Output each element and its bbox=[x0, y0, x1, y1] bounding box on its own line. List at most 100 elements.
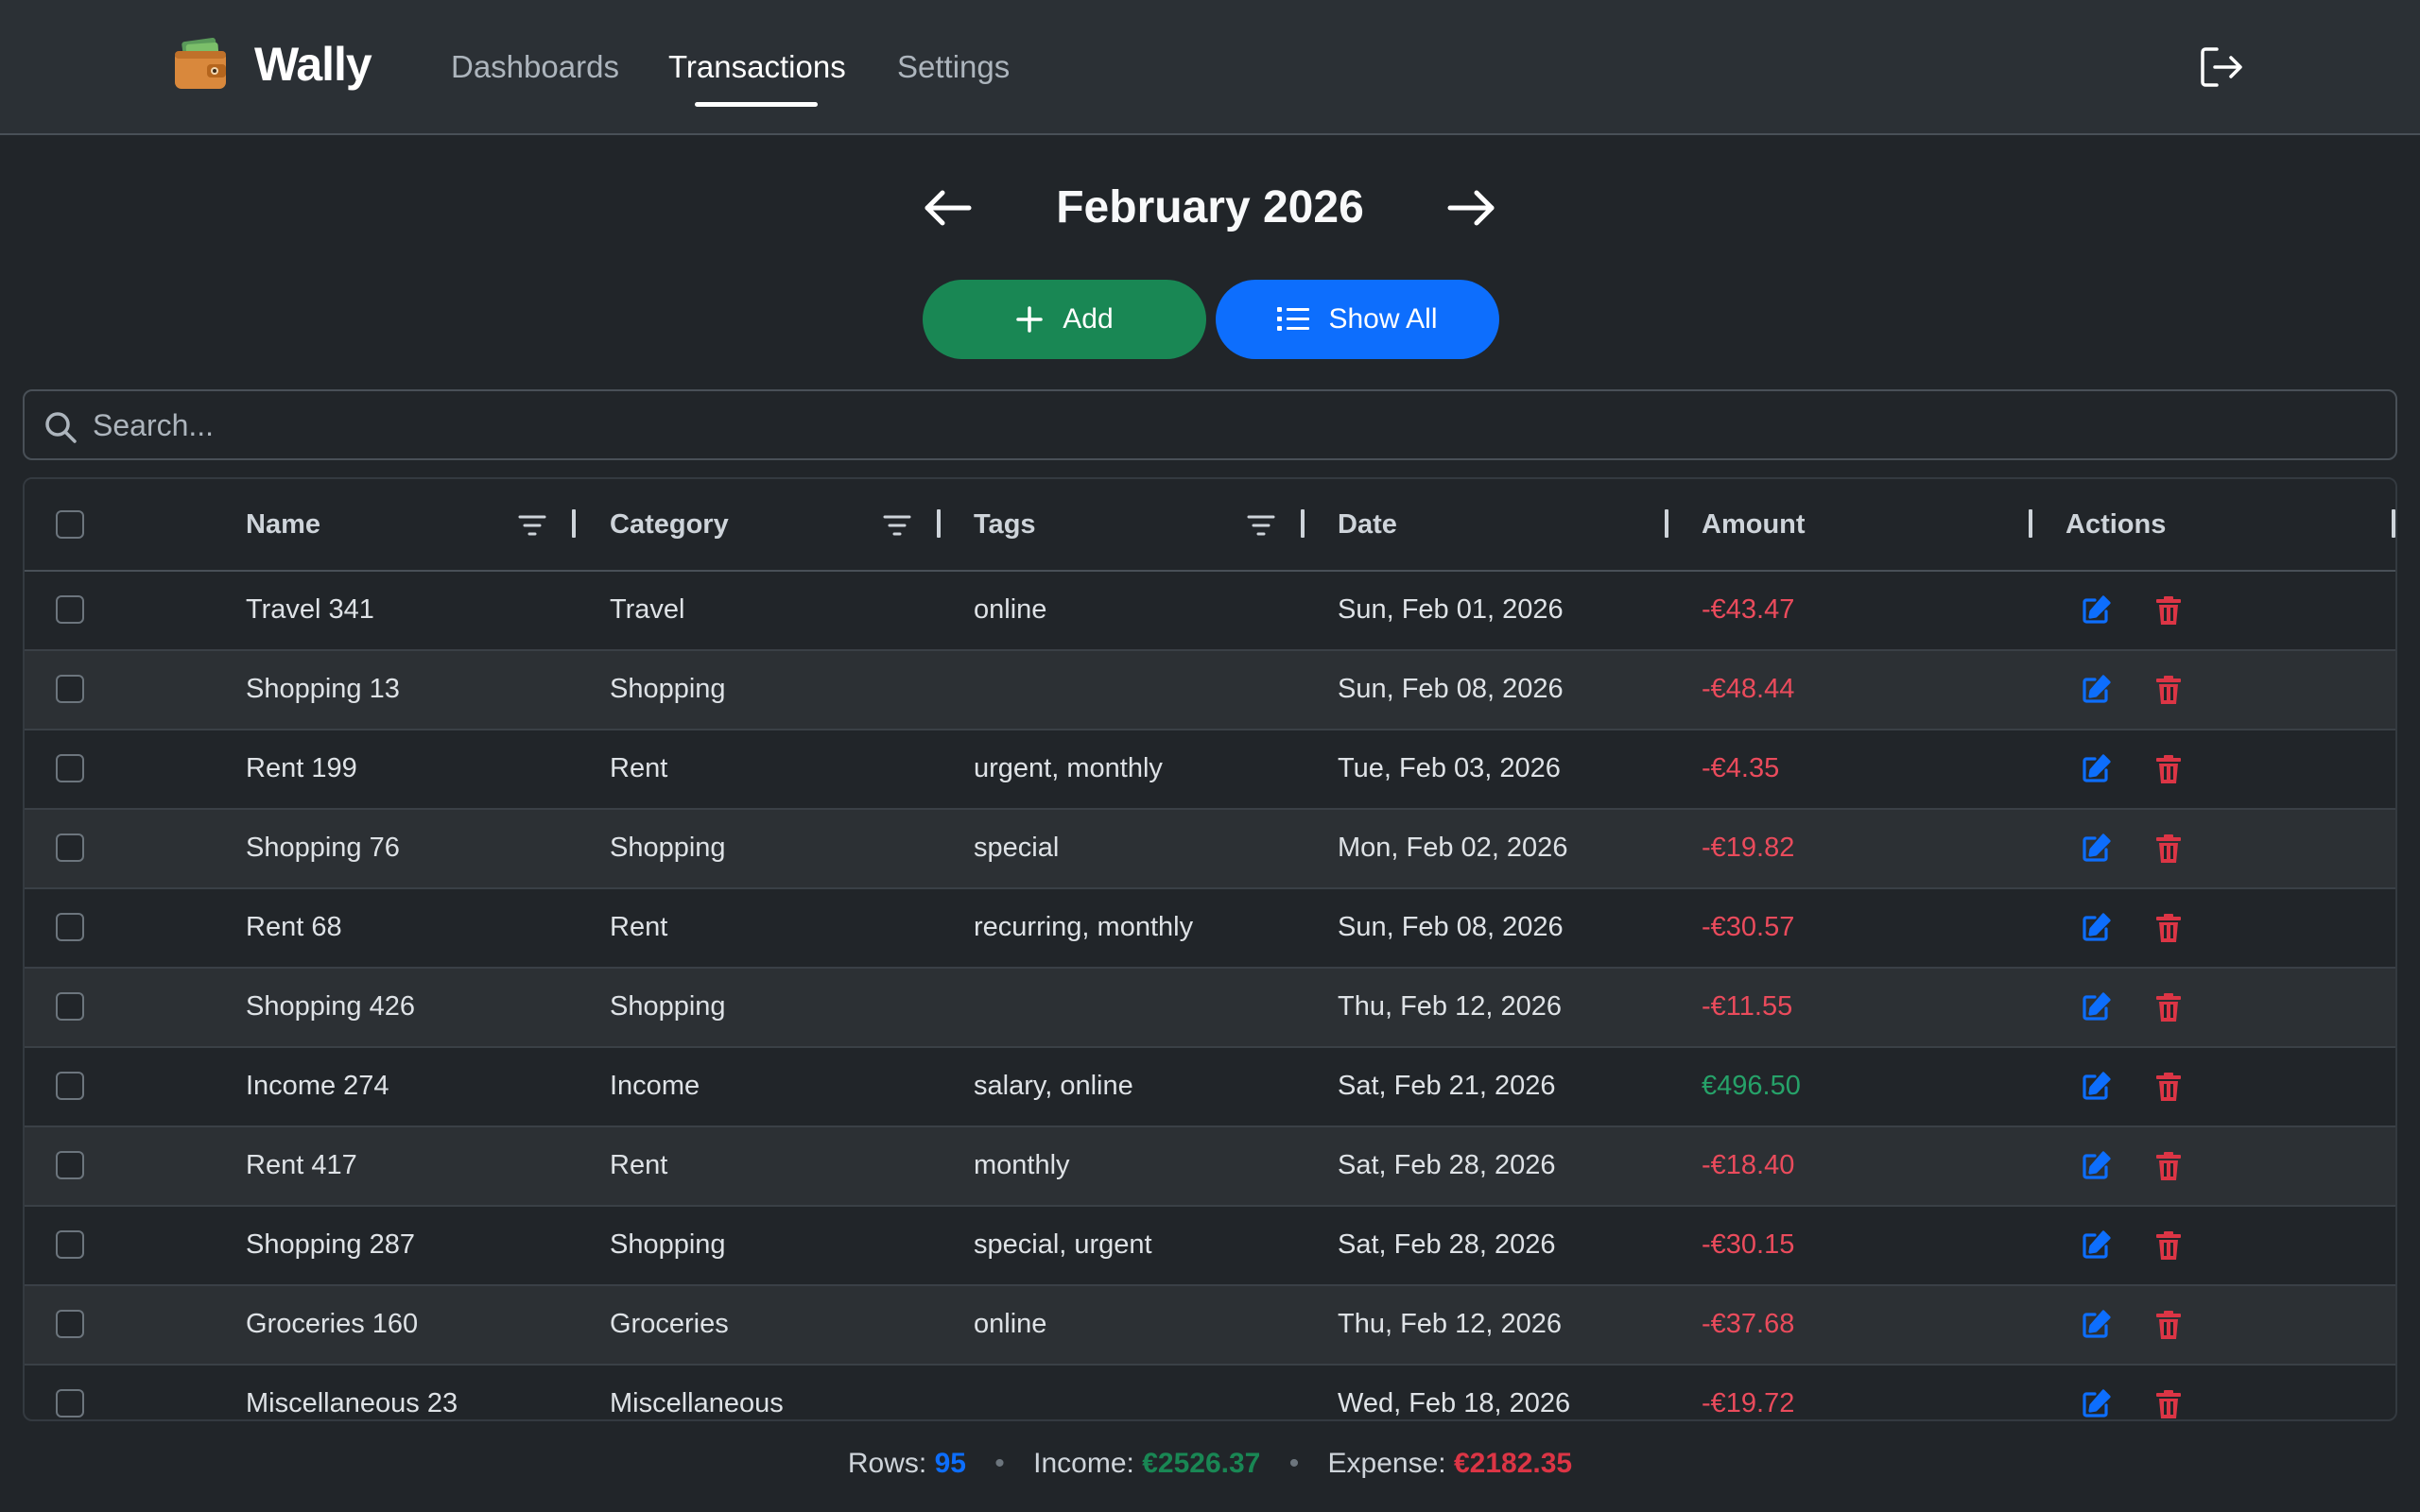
month-title: February 2026 bbox=[1056, 182, 1364, 232]
wallet-icon bbox=[173, 36, 230, 93]
nav-dashboards[interactable]: Dashboards bbox=[451, 49, 619, 85]
select-all-checkbox[interactable] bbox=[56, 510, 84, 539]
edit-icon[interactable] bbox=[2080, 833, 2112, 865]
table-row[interactable]: Shopping 287 Shopping special, urgent Sat, … bbox=[25, 1207, 2395, 1286]
table-row[interactable]: Shopping 426 Shopping Thu, Feb 12, 2026 -€1… bbox=[25, 969, 2395, 1048]
edit-icon[interactable] bbox=[2080, 1071, 2112, 1103]
table-row[interactable]: Rent 199 Rent urgent, monthly Tue, Feb 03, … bbox=[25, 730, 2395, 810]
edit-icon[interactable] bbox=[2080, 753, 2112, 785]
trash-icon[interactable] bbox=[2152, 833, 2185, 865]
trash-icon[interactable] bbox=[2152, 753, 2185, 785]
row-checkbox[interactable] bbox=[56, 675, 84, 703]
trash-icon[interactable] bbox=[2152, 1388, 2185, 1419]
row-checkbox[interactable] bbox=[56, 833, 84, 862]
edit-icon[interactable] bbox=[2080, 1229, 2112, 1262]
cell-tags: salary, online bbox=[974, 1071, 1133, 1101]
rows-label: Rows: bbox=[847, 1448, 927, 1479]
arrow-right-icon[interactable] bbox=[1444, 184, 1497, 232]
cell-category: Income bbox=[610, 1071, 700, 1101]
edit-icon[interactable] bbox=[2080, 991, 2112, 1023]
row-checkbox[interactable] bbox=[56, 1310, 84, 1338]
cell-category: Rent bbox=[610, 912, 668, 942]
table-row[interactable]: Shopping 76 Shopping special Mon, Feb 02, 2… bbox=[25, 810, 2395, 889]
edit-icon[interactable] bbox=[2080, 1388, 2112, 1419]
column-resize-handle[interactable] bbox=[2029, 509, 2032, 538]
cell-amount: €496.50 bbox=[1702, 1071, 1801, 1101]
edit-icon[interactable] bbox=[2080, 1150, 2112, 1182]
table-row[interactable]: Miscellaneous 23 Miscellaneous Wed, Feb 18… bbox=[25, 1366, 2395, 1419]
show-all-button[interactable]: Show All bbox=[1216, 280, 1499, 359]
column-header-date[interactable]: Date bbox=[1338, 509, 1397, 541]
cell-tags: online bbox=[974, 1309, 1047, 1339]
column-header-name[interactable]: Name bbox=[246, 509, 320, 541]
row-checkbox[interactable] bbox=[56, 1151, 84, 1179]
column-resize-handle[interactable] bbox=[1665, 509, 1668, 538]
cell-date: Sun, Feb 08, 2026 bbox=[1338, 912, 1564, 942]
cell-date: Mon, Feb 02, 2026 bbox=[1338, 833, 1568, 863]
filter-icon[interactable] bbox=[518, 513, 546, 538]
cell-amount: -€4.35 bbox=[1702, 753, 1780, 783]
cell-name: Shopping 13 bbox=[246, 674, 400, 704]
add-button-label: Add bbox=[1063, 303, 1114, 335]
nav-settings[interactable]: Settings bbox=[897, 49, 1010, 85]
column-resize-handle[interactable] bbox=[2392, 509, 2395, 538]
search-icon bbox=[43, 410, 78, 444]
expense-total: €2182.35 bbox=[1453, 1448, 1573, 1479]
column-resize-handle[interactable] bbox=[937, 509, 941, 538]
row-checkbox[interactable] bbox=[56, 913, 84, 941]
separator: • bbox=[994, 1448, 1005, 1479]
column-header-amount[interactable]: Amount bbox=[1702, 509, 1806, 541]
cell-name: Rent 199 bbox=[246, 753, 357, 783]
row-checkbox[interactable] bbox=[56, 1230, 84, 1259]
cell-date: Wed, Feb 18, 2026 bbox=[1338, 1388, 1571, 1418]
cell-date: Sat, Feb 28, 2026 bbox=[1338, 1229, 1556, 1260]
arrow-left-icon[interactable] bbox=[922, 184, 975, 232]
trash-icon[interactable] bbox=[2152, 674, 2185, 706]
edit-icon[interactable] bbox=[2080, 594, 2112, 627]
logout-icon[interactable] bbox=[2198, 43, 2245, 91]
row-checkbox[interactable] bbox=[56, 992, 84, 1021]
table-row[interactable]: Income 274 Income salary, online Sat, Feb 2… bbox=[25, 1048, 2395, 1127]
edit-icon[interactable] bbox=[2080, 1309, 2112, 1341]
table-row[interactable]: Rent 68 Rent recurring, monthly Sun, Feb 08… bbox=[25, 889, 2395, 969]
trash-icon[interactable] bbox=[2152, 1071, 2185, 1103]
trash-icon[interactable] bbox=[2152, 1309, 2185, 1341]
cell-amount: -€19.72 bbox=[1702, 1388, 1795, 1418]
edit-icon[interactable] bbox=[2080, 912, 2112, 944]
search-input[interactable] bbox=[93, 399, 2361, 452]
table-row[interactable]: Shopping 13 Shopping Sun, Feb 08, 2026 -€48… bbox=[25, 651, 2395, 730]
row-checkbox[interactable] bbox=[56, 1389, 84, 1418]
column-resize-handle[interactable] bbox=[1301, 509, 1305, 538]
cell-category: Miscellaneous bbox=[610, 1388, 784, 1418]
trash-icon[interactable] bbox=[2152, 1229, 2185, 1262]
trash-icon[interactable] bbox=[2152, 1150, 2185, 1182]
column-resize-handle[interactable] bbox=[572, 509, 576, 538]
cell-tags: monthly bbox=[974, 1150, 1070, 1180]
row-checkbox[interactable] bbox=[56, 595, 84, 624]
column-header-tags[interactable]: Tags bbox=[974, 509, 1036, 541]
table-row[interactable]: Groceries 160 Groceries online Thu, Feb 12,… bbox=[25, 1286, 2395, 1366]
brand-name: Wally bbox=[254, 38, 372, 91]
row-checkbox[interactable] bbox=[56, 1072, 84, 1100]
edit-icon[interactable] bbox=[2080, 674, 2112, 706]
brand[interactable]: Wally bbox=[173, 36, 372, 93]
filter-icon[interactable] bbox=[1247, 513, 1275, 538]
table-row[interactable]: Travel 341 Travel online Sun, Feb 01, 2026 -… bbox=[25, 572, 2395, 651]
plus-icon bbox=[1016, 306, 1044, 333]
nav-transactions[interactable]: Transactions bbox=[668, 49, 846, 85]
cell-tags: recurring, monthly bbox=[974, 912, 1194, 942]
cell-name: Miscellaneous 23 bbox=[246, 1388, 458, 1418]
cell-date: Thu, Feb 12, 2026 bbox=[1338, 991, 1562, 1022]
trash-icon[interactable] bbox=[2152, 912, 2185, 944]
cell-amount: -€43.47 bbox=[1702, 594, 1795, 625]
cell-tags: urgent, monthly bbox=[974, 753, 1163, 783]
table-row[interactable]: Rent 417 Rent monthly Sat, Feb 28, 2026 -€18… bbox=[25, 1127, 2395, 1207]
column-header-actions: Actions bbox=[2066, 509, 2167, 540]
add-button[interactable]: Add bbox=[923, 280, 1206, 359]
trash-icon[interactable] bbox=[2152, 594, 2185, 627]
cell-category: Rent bbox=[610, 753, 668, 783]
filter-icon[interactable] bbox=[883, 513, 911, 538]
row-checkbox[interactable] bbox=[56, 754, 84, 782]
trash-icon[interactable] bbox=[2152, 991, 2185, 1023]
column-header-category[interactable]: Category bbox=[610, 509, 729, 541]
